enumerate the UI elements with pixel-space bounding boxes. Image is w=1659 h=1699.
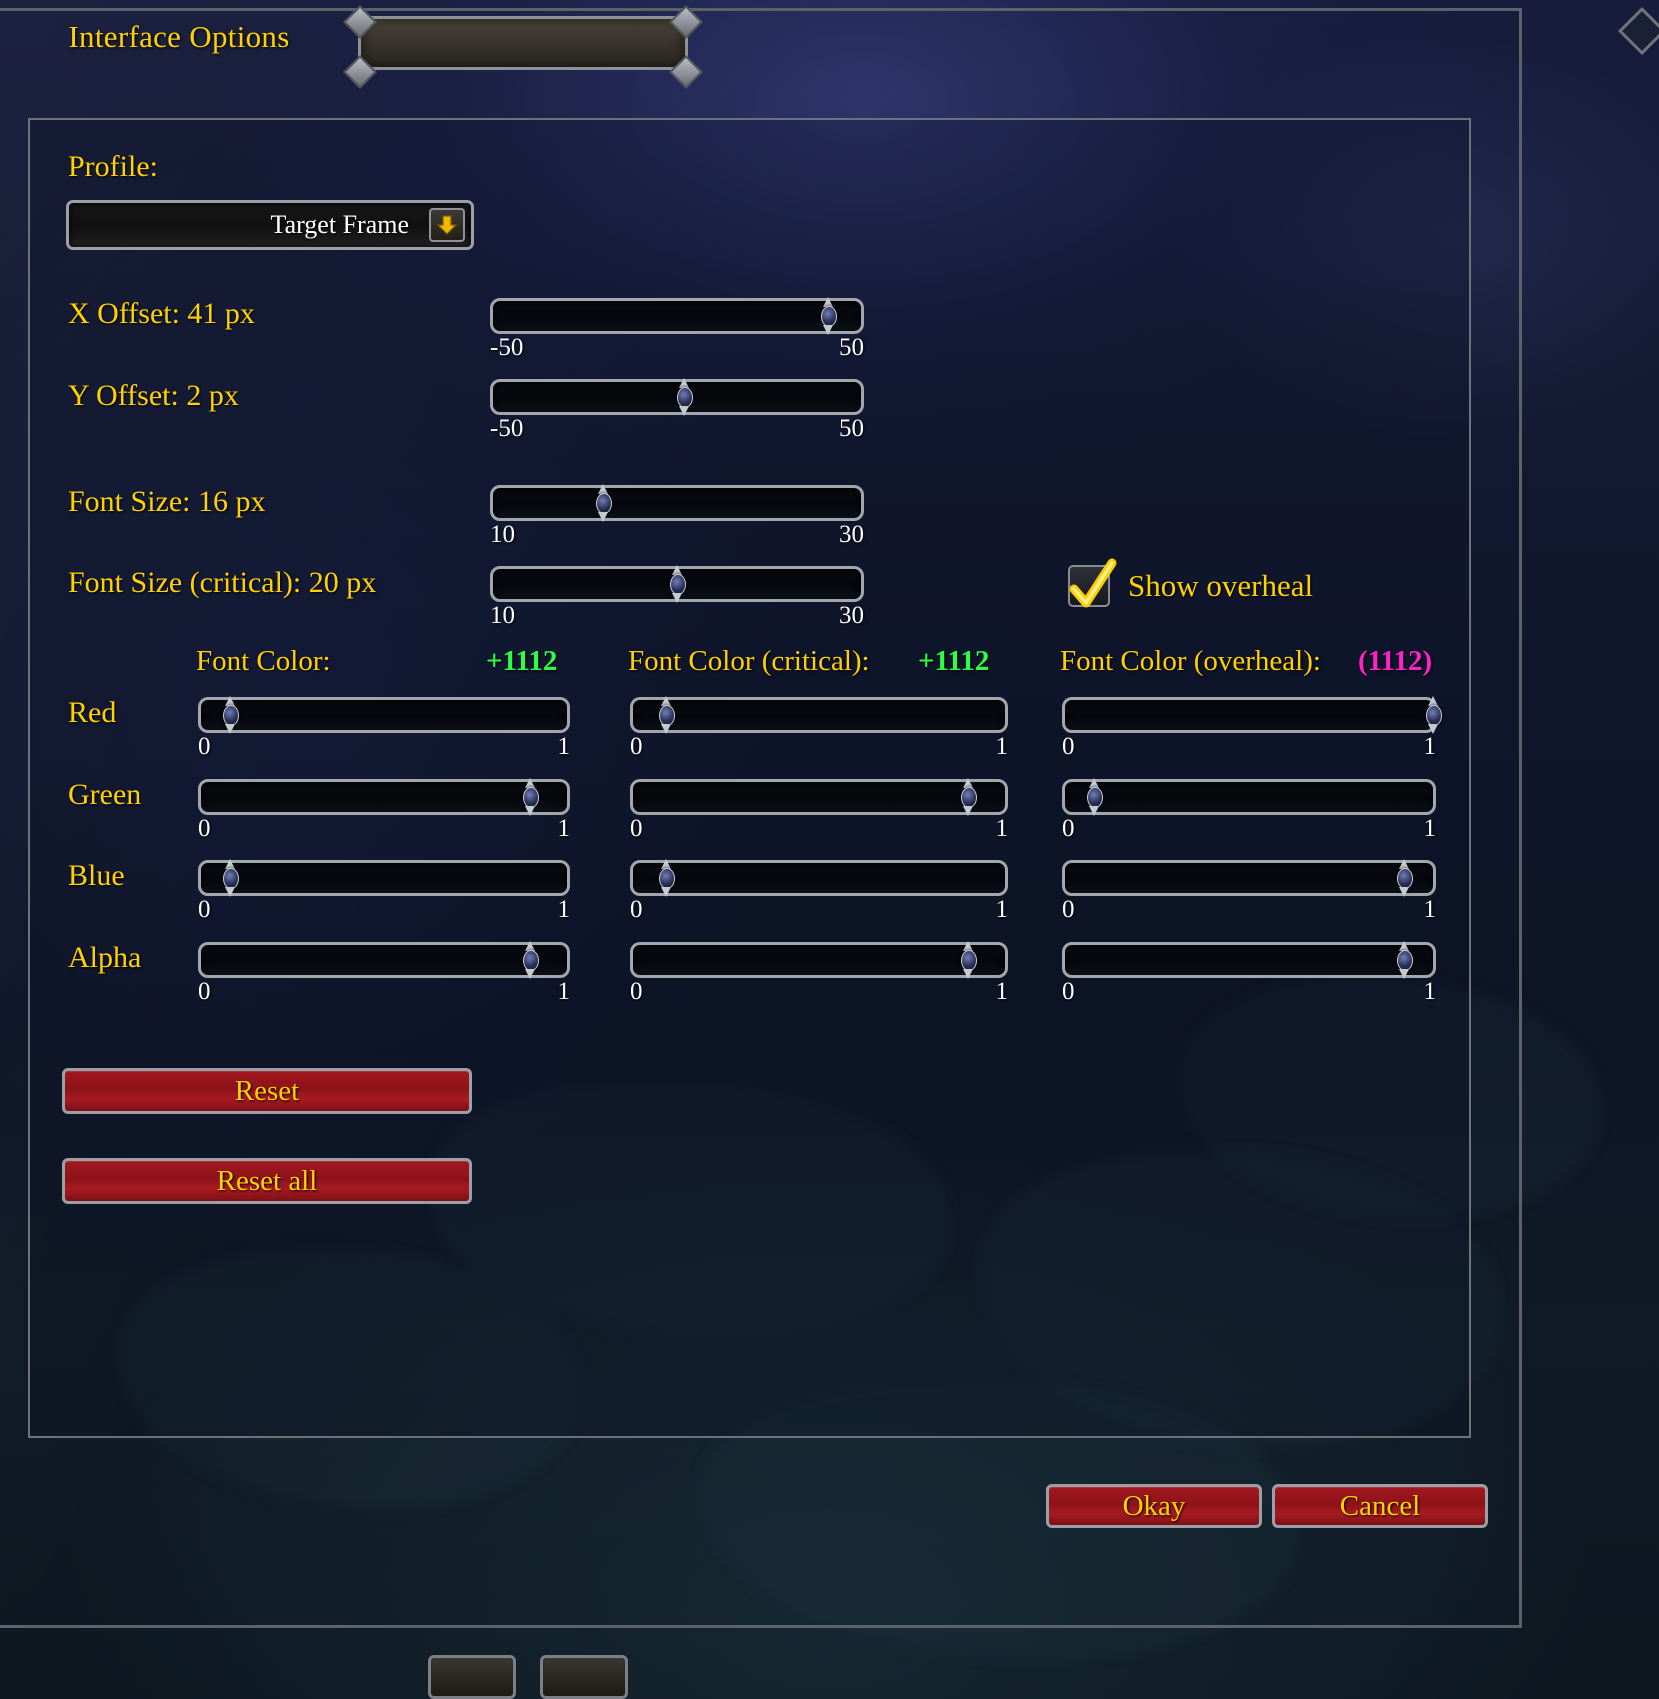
- font-size-critical-label: Font Size (critical): 20 px: [68, 566, 377, 599]
- channel-label-alpha: Alpha: [68, 941, 142, 974]
- font-color-header-1: Font Color (critical):: [628, 645, 870, 677]
- slider-thumb[interactable]: [1085, 778, 1104, 816]
- col0-blue-slider[interactable]: [198, 859, 570, 897]
- okay-button[interactable]: Okay: [1046, 1484, 1262, 1528]
- slider-thumb[interactable]: [675, 378, 694, 416]
- col1-red-max-label: 1: [995, 733, 1009, 760]
- font-size-label: Font Size: 16 px: [68, 485, 266, 518]
- col2-blue-max-label: 1: [1423, 896, 1437, 923]
- font-size-max-label: 30: [839, 521, 864, 548]
- slider-thumb[interactable]: [1395, 941, 1413, 979]
- slider-thumb[interactable]: [959, 778, 977, 816]
- checkmark-icon: [1069, 558, 1117, 608]
- x-offset-label: X Offset: 41 px: [68, 297, 255, 330]
- col1-green-slider[interactable]: [630, 778, 1008, 816]
- reset-all-button[interactable]: Reset all: [62, 1158, 472, 1204]
- col1-alpha-slider[interactable]: [630, 941, 1008, 979]
- col0-green-slider[interactable]: [198, 778, 570, 816]
- checkbox-box[interactable]: [1068, 558, 1117, 608]
- col0-blue-max-label: 1: [557, 896, 571, 923]
- channel-label-blue: Blue: [68, 859, 125, 892]
- slider-thumb[interactable]: [668, 565, 686, 603]
- slider-thumb[interactable]: [594, 484, 613, 522]
- font-color-header-2: Font Color (overheal):: [1060, 645, 1321, 677]
- slider-thumb[interactable]: [1395, 859, 1413, 897]
- reset-button[interactable]: Reset: [62, 1068, 472, 1114]
- slider-thumb[interactable]: [221, 859, 240, 897]
- show-overheal-label: Show overheal: [1128, 568, 1314, 603]
- col0-red-max-label: 1: [557, 733, 571, 760]
- y-offset-max-label: 50: [839, 415, 864, 442]
- chevron-down-icon[interactable]: [429, 208, 465, 242]
- col1-alpha-max-label: 1: [995, 978, 1009, 1005]
- window-title-plate: [343, 5, 703, 89]
- font-color-preview-2: (1112): [1358, 645, 1433, 677]
- slider-thumb[interactable]: [657, 859, 676, 897]
- col1-red-slider[interactable]: [630, 696, 1008, 734]
- col2-red-slider[interactable]: [1062, 696, 1442, 734]
- profile-dropdown[interactable]: Target Frame: [66, 200, 474, 250]
- channel-label-red: Red: [68, 696, 117, 729]
- col0-green-max-label: 1: [557, 815, 571, 842]
- x-offset-slider[interactable]: [490, 297, 864, 335]
- y-offset-label: Y Offset: 2 px: [68, 379, 239, 412]
- col2-blue-slider[interactable]: [1062, 859, 1436, 897]
- font-color-preview-0: +1112: [486, 645, 558, 677]
- col1-blue-slider[interactable]: [630, 859, 1008, 897]
- font-color-preview-1: +1112: [918, 645, 990, 677]
- font-size-slider[interactable]: [490, 484, 864, 522]
- action-bar-slot: [428, 1655, 516, 1699]
- col0-alpha-slider[interactable]: [198, 941, 570, 979]
- col2-alpha-max-label: 1: [1423, 978, 1437, 1005]
- slider-thumb[interactable]: [657, 696, 676, 734]
- slider-thumb[interactable]: [819, 297, 837, 335]
- show-overheal-checkbox[interactable]: Show overheal: [1068, 558, 1314, 608]
- window-title: Interface Options: [68, 19, 290, 54]
- col2-green-slider[interactable]: [1062, 778, 1436, 816]
- font-size-critical-slider[interactable]: [490, 565, 864, 603]
- x-offset-max-label: 50: [839, 334, 864, 361]
- slider-thumb[interactable]: [221, 696, 240, 734]
- channel-label-green: Green: [68, 778, 142, 811]
- col2-red-max-label: 1: [1423, 733, 1437, 760]
- action-bar-slot: [540, 1655, 628, 1699]
- profile-dropdown-value: Target Frame: [270, 210, 409, 239]
- slider-thumb[interactable]: [521, 941, 540, 979]
- col2-green-max-label: 1: [1423, 815, 1437, 842]
- slider-thumb[interactable]: [959, 941, 977, 979]
- profile-label: Profile:: [68, 150, 158, 183]
- col2-alpha-slider[interactable]: [1062, 941, 1436, 979]
- col1-blue-max-label: 1: [995, 896, 1009, 923]
- font-size-critical-max-label: 30: [839, 602, 864, 629]
- font-color-header-0: Font Color:: [196, 645, 331, 677]
- col0-alpha-max-label: 1: [557, 978, 571, 1005]
- col0-red-slider[interactable]: [198, 696, 570, 734]
- cancel-button[interactable]: Cancel: [1272, 1484, 1488, 1528]
- y-offset-slider[interactable]: [490, 378, 864, 416]
- col1-green-max-label: 1: [995, 815, 1009, 842]
- slider-thumb[interactable]: [521, 778, 540, 816]
